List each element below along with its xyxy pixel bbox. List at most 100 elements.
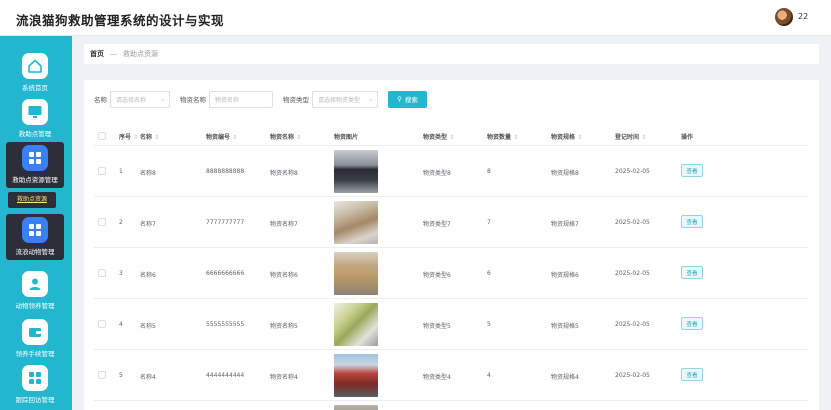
sidebar-item-label: 系统首页 [22, 84, 48, 92]
column-header[interactable]: 物资数量 ⇕ [487, 132, 518, 141]
cell-index: 3 [119, 270, 123, 277]
cell-type: 物资类型7 [423, 221, 451, 228]
column-header[interactable]: 物资编号 ⇕ [206, 132, 237, 141]
name-filter-label: 名称 [94, 96, 107, 104]
material-name-placeholder: 物资名称 [215, 96, 240, 104]
app-title: 流浪猫狗救助管理系统的设计与实现 [16, 13, 225, 28]
row-checkbox[interactable] [98, 167, 106, 175]
cell-name: 名称6 [140, 272, 156, 279]
select-all-checkbox[interactable] [98, 132, 106, 140]
material-name-filter-label: 物资名称 [180, 96, 206, 104]
cell-code: 8888888888 [206, 168, 245, 175]
table-row[interactable] [94, 401, 808, 410]
cell-code: 4444444444 [206, 372, 245, 379]
cell-spec: 物资规格5 [551, 323, 579, 330]
sort-icon: ⇕ [133, 134, 139, 141]
cell-date: 2025-02-05 [615, 219, 650, 226]
column-header[interactable]: 登记时间 ⇕ [615, 132, 646, 141]
table-row[interactable]: 4 名称5 5555555555 物资名称5 物资类型5 5 物资规格5 202… [94, 299, 808, 350]
cell-date: 2025-02-05 [615, 270, 650, 277]
grid-icon [22, 365, 48, 391]
sidebar-item-label: 领养手续管理 [15, 350, 55, 358]
sort-icon: ⇕ [577, 134, 583, 141]
sort-icon: ⇕ [232, 134, 238, 141]
cell-date: 2025-02-05 [615, 372, 650, 379]
grid-icon [22, 145, 48, 171]
column-header[interactable]: 序号 ⇕ [119, 132, 138, 141]
sidebar-item-adoption[interactable]: 动物领养管理 [6, 268, 64, 314]
sidebar-item-label: 救助点资源管理 [12, 176, 58, 184]
breadcrumb-separator: — [110, 50, 117, 58]
cell-code: 5555555555 [206, 321, 245, 328]
name-select[interactable]: 请选择名称 ⌄ [110, 90, 170, 108]
table-row[interactable]: 2 名称7 7777777777 物资名称7 物资类型7 7 物资规格7 202… [94, 197, 808, 248]
sidebar-item-label: 流浪动物管理 [15, 248, 55, 256]
cell-code: 7777777777 [206, 219, 245, 226]
row-checkbox[interactable] [98, 320, 106, 328]
material-name-input[interactable]: 物资名称 [209, 90, 273, 108]
cell-name: 名称4 [140, 374, 156, 381]
view-button[interactable]: 查看 [681, 266, 703, 279]
table-row[interactable]: 3 名称6 6666666666 物资名称6 物资类型6 6 物资规格6 202… [94, 248, 808, 299]
sort-icon: ⇕ [296, 134, 302, 141]
column-header[interactable]: 物资名称 ⇕ [270, 132, 301, 141]
cell-material: 物资名称7 [270, 221, 298, 228]
cell-spec: 物资规格6 [551, 272, 579, 279]
sidebar-item-home[interactable]: 系统首页 [6, 50, 64, 96]
grid-icon [22, 217, 48, 243]
sidebar-item-rescue-resources[interactable]: 救助点资源管理 [6, 142, 64, 188]
chevron-down-icon: ⌄ [367, 95, 373, 103]
cell-spec: 物资规格4 [551, 374, 579, 381]
sidebar-item-label: 动物领养管理 [15, 302, 55, 310]
view-button[interactable]: 查看 [681, 164, 703, 177]
cell-index: 4 [119, 321, 123, 328]
sidebar-item-stray-animals[interactable]: 流浪动物管理 [6, 214, 64, 260]
cell-material: 物资名称6 [270, 272, 298, 279]
material-type-placeholder: 请选择物资类型 [318, 96, 361, 104]
cell-qty: 4 [487, 372, 491, 379]
material-type-select[interactable]: 请选择物资类型 ⌄ [312, 90, 378, 108]
cell-material: 物资名称4 [270, 374, 298, 381]
material-image [334, 303, 378, 346]
view-button[interactable]: 查看 [681, 317, 703, 330]
cell-material: 物资名称5 [270, 323, 298, 330]
table-header: 序号 ⇕ 名称 ⇕ 物资编号 ⇕ 物资名称 ⇕ 物资图片 物资类型 ⇕ 物资数量 ⇕ 物资规… [94, 124, 808, 146]
cell-date: 2025-02-05 [615, 168, 650, 175]
cell-qty: 8 [487, 168, 491, 175]
avatar[interactable] [775, 8, 793, 26]
sidebar-item-adoption-procedure[interactable]: 领养手续管理 [6, 316, 64, 362]
main-panel: 名称 请选择名称 ⌄ 物资名称 物资名称 物资类型 请选择物资类型 ⌄ ⚲ 搜索… [84, 80, 819, 410]
table-row[interactable]: 1 名称8 8888888888 物资名称8 物资类型8 8 物资规格8 202… [94, 146, 808, 197]
cell-spec: 物资规格7 [551, 221, 579, 228]
sort-icon: ⇕ [641, 134, 647, 141]
cell-qty: 5 [487, 321, 491, 328]
sidebar-item-label: 跟踪回访管理 [15, 396, 55, 404]
sort-icon: ⇕ [449, 134, 455, 141]
search-button-label: 搜索 [404, 96, 418, 104]
column-header[interactable]: 物资类型 ⇕ [423, 132, 454, 141]
row-checkbox[interactable] [98, 218, 106, 226]
sidebar-subitem-rescue-resource[interactable]: 救助点资源 [8, 192, 56, 208]
top-bar: 流浪猫狗救助管理系统的设计与实现 22 [0, 0, 831, 36]
monitor-icon [22, 99, 48, 125]
breadcrumb: 首页 — 救助点资源 [84, 44, 819, 64]
row-checkbox[interactable] [98, 269, 106, 277]
table-row[interactable]: 5 名称4 4444444444 物资名称4 物资类型4 4 物资规格4 202… [94, 350, 808, 401]
sidebar: 系统首页 救助点管理 救助点资源管理 救助点资源 流浪动物管理 动物领养管理 领… [0, 36, 72, 410]
column-header[interactable]: 名称 ⇕ [140, 132, 159, 141]
sidebar-item-rescue-point[interactable]: 救助点管理 [6, 96, 64, 142]
material-image [334, 252, 378, 295]
sort-icon: ⇕ [513, 134, 519, 141]
row-checkbox[interactable] [98, 371, 106, 379]
search-button[interactable]: ⚲ 搜索 [388, 90, 427, 108]
cell-name: 名称7 [140, 221, 156, 228]
cell-name: 名称5 [140, 323, 156, 330]
breadcrumb-home[interactable]: 首页 [90, 50, 104, 58]
view-button[interactable]: 查看 [681, 215, 703, 228]
user-name[interactable]: 22 [798, 12, 808, 21]
cell-code: 6666666666 [206, 270, 245, 277]
view-button[interactable]: 查看 [681, 368, 703, 381]
search-icon: ⚲ [397, 95, 402, 103]
sidebar-item-follow-up[interactable]: 跟踪回访管理 [6, 362, 64, 408]
column-header[interactable]: 物资规格 ⇕ [551, 132, 582, 141]
